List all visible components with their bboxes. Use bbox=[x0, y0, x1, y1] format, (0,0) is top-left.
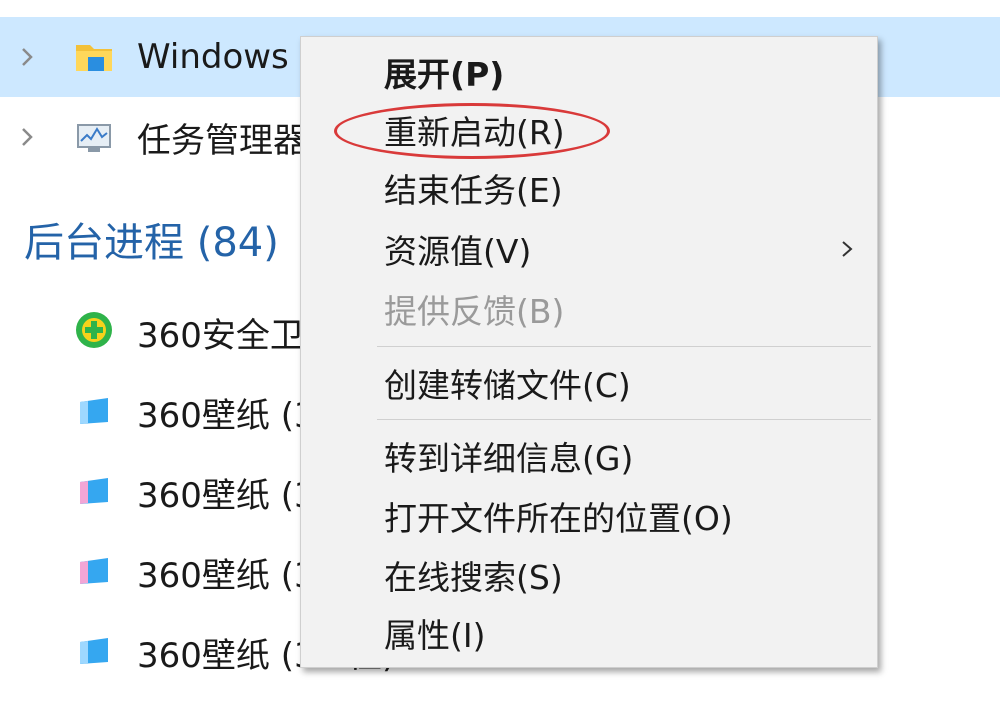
app-window-icon bbox=[74, 550, 114, 590]
app-window-icon bbox=[74, 470, 114, 510]
menu-item-label: 转到详细信息(G) bbox=[384, 439, 634, 478]
menu-item-resource-values[interactable]: 资源值(V) bbox=[301, 220, 877, 278]
menu-item-go-to-details[interactable]: 转到详细信息(G) bbox=[301, 427, 877, 485]
chevron-right-icon[interactable] bbox=[16, 126, 38, 148]
menu-item-open-file-location[interactable]: 打开文件所在的位置(O) bbox=[301, 487, 877, 545]
menu-item-feedback: 提供反馈(B) bbox=[301, 280, 877, 338]
menu-item-end-task[interactable]: 结束任务(E) bbox=[301, 159, 877, 217]
menu-item-label: 资源值(V) bbox=[384, 232, 532, 271]
app-label-windows: Windows bbox=[137, 37, 289, 77]
submenu-arrow-icon bbox=[839, 238, 855, 260]
chevron-right-icon[interactable] bbox=[16, 46, 38, 68]
menu-item-search-online[interactable]: 在线搜索(S) bbox=[301, 546, 877, 604]
menu-item-expand[interactable]: 展开(P) bbox=[301, 43, 877, 101]
background-processes-heading: 后台进程 (84) bbox=[24, 220, 279, 266]
task-manager-icon bbox=[74, 117, 114, 157]
menu-item-label: 提供反馈(B) bbox=[384, 292, 565, 331]
context-menu: 展开(P) 重新启动(R) 结束任务(E) 资源值(V) 提供反馈(B) 创建转… bbox=[300, 36, 878, 668]
app-label-task-manager: 任务管理器 bbox=[137, 120, 307, 161]
app-window-icon bbox=[74, 630, 114, 670]
menu-item-label: 打开文件所在的位置(O) bbox=[384, 499, 733, 538]
menu-item-create-dump[interactable]: 创建转储文件(C) bbox=[301, 354, 877, 412]
menu-item-label: 属性(I) bbox=[384, 616, 486, 655]
app-window-icon bbox=[74, 390, 114, 430]
task-manager-window: Windows 任务管理器 后台进程 (84) 360安全卫士 360壁纸 (3… bbox=[0, 0, 1000, 712]
menu-item-label: 重新启动(R) bbox=[384, 113, 565, 152]
menu-item-properties[interactable]: 属性(I) bbox=[301, 604, 877, 662]
menu-item-label: 在线搜索(S) bbox=[384, 558, 563, 597]
360-security-icon bbox=[74, 310, 114, 350]
menu-item-restart[interactable]: 重新启动(R) bbox=[301, 101, 877, 159]
menu-item-label: 创建转储文件(C) bbox=[384, 366, 631, 405]
menu-separator bbox=[377, 419, 871, 420]
menu-item-label: 结束任务(E) bbox=[384, 171, 563, 210]
menu-item-label: 展开(P) bbox=[384, 55, 505, 94]
folder-icon bbox=[74, 37, 114, 77]
menu-separator bbox=[377, 346, 871, 347]
